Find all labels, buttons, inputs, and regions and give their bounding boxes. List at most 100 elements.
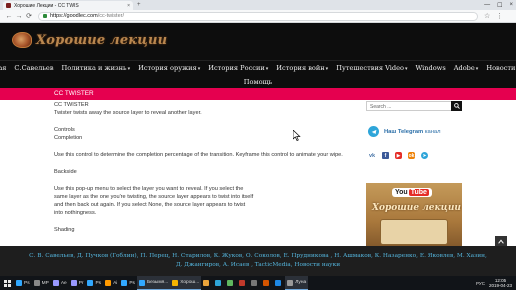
close-window-button[interactable]: × xyxy=(509,2,513,8)
scroll-to-top-button[interactable] xyxy=(495,236,507,246)
telegram-social-icon[interactable]: ➤ xyxy=(421,152,428,159)
search-input[interactable]: Search ... xyxy=(366,101,462,111)
app-icon xyxy=(275,280,282,286)
nav-item-label: Новости науки xyxy=(486,64,516,72)
mouse-cursor-icon xyxy=(293,130,301,141)
tab-close-icon[interactable]: × xyxy=(127,3,130,9)
window-controls: — ☐ × xyxy=(484,0,513,10)
os-taskbar: Ps MP Ae Pr Ps Ai Ps Безымя... Хорош... Луна РУС … xyxy=(0,276,516,290)
footer-links-line-1[interactable]: С. В. Савельев, Д. Пучков (Гоблин), П. П… xyxy=(0,246,516,261)
logo-emblem-icon xyxy=(12,32,32,48)
nav-item-label: История оружия xyxy=(138,64,197,72)
youtube-icon[interactable]: ▶ xyxy=(395,152,402,159)
nav-item[interactable]: С.Савельев xyxy=(10,64,57,72)
nav-row-2: Помощь xyxy=(0,75,516,89)
taskbar-app[interactable]: Ps xyxy=(14,276,32,290)
bookmark-star-icon[interactable]: ☆ xyxy=(484,12,490,20)
nav-item[interactable]: История оружия▾ xyxy=(134,64,204,72)
nav-item[interactable]: Главная xyxy=(0,64,10,72)
search-placeholder: Search ... xyxy=(370,104,392,110)
nav-item[interactable]: Политика и жизнь▾ xyxy=(58,64,135,72)
youtube-banner[interactable]: You Tube Хорошие лекции xyxy=(366,183,462,253)
nav-item[interactable]: История войн▾ xyxy=(272,64,332,72)
browser-tab[interactable]: Хорошие Лекции - CC TWIS × xyxy=(3,1,133,10)
new-tab-button[interactable]: + xyxy=(137,2,141,8)
nav-item-label: Windows xyxy=(415,64,446,72)
taskbar-app[interactable]: Ps xyxy=(85,276,103,290)
taskbar-app[interactable] xyxy=(237,276,249,290)
taskbar-app[interactable] xyxy=(249,276,261,290)
odnoklassniki-icon[interactable]: ok xyxy=(408,152,415,159)
url-path: /cc-twister/ xyxy=(97,13,124,19)
telegram-label-suffix: канал xyxy=(423,128,441,135)
taskbar-app-label: Pr xyxy=(78,280,84,286)
telegram-link[interactable]: Наш Telegram канал xyxy=(368,126,441,137)
app-icon xyxy=(87,280,94,286)
taskbar-app[interactable]: Ps xyxy=(119,276,137,290)
reload-icon[interactable]: ⟳ xyxy=(24,12,34,20)
chevron-down-icon: ▾ xyxy=(197,66,201,72)
taskbar-app[interactable]: MP xyxy=(32,276,51,290)
browser-menu-icon[interactable]: ⋮ xyxy=(496,12,503,20)
app-icon xyxy=(239,280,246,286)
app-icon xyxy=(251,280,258,286)
shading-heading: Shading xyxy=(54,227,75,233)
url-input[interactable]: https://goodlec.com /cc-twister/ xyxy=(38,11,478,21)
taskbar-app-label: Ae xyxy=(60,280,67,286)
back-icon[interactable]: ← xyxy=(4,13,14,20)
site-logo[interactable]: Хорошие лекции xyxy=(12,32,167,48)
nav-item[interactable]: Windows xyxy=(411,64,449,72)
app-icon xyxy=(138,279,145,286)
clock-date: 2019-04-23 xyxy=(488,283,512,288)
taskbar-app-label: Луна xyxy=(295,280,307,285)
maximize-button[interactable]: ☐ xyxy=(497,2,502,9)
nav-item[interactable]: Путешествия Video▾ xyxy=(332,64,411,72)
nav-item-label: С.Савельев xyxy=(14,64,54,72)
chevron-down-icon: ▾ xyxy=(265,66,269,72)
chevron-up-icon xyxy=(498,239,504,244)
input-language[interactable]: РУС xyxy=(476,281,485,286)
backside-heading: Backside xyxy=(54,169,77,175)
taskbar-app-label: Хорош... xyxy=(180,280,200,285)
taskbar-app[interactable] xyxy=(273,276,285,290)
completion-text: Use this control to determine the comple… xyxy=(54,152,343,158)
taskbar-app[interactable] xyxy=(213,276,225,290)
footer-links-line-2[interactable]: Д. Джангиров, А. Исаев , TacticMedia, Но… xyxy=(0,261,516,270)
social-links: vk f ▶ ok ➤ xyxy=(368,152,428,159)
nav-item[interactable]: Новости науки xyxy=(482,64,516,72)
nav-item-label: История России xyxy=(208,64,265,72)
youtube-logo: You Tube xyxy=(392,188,432,197)
taskbar-app[interactable]: Луна xyxy=(285,276,309,290)
app-icon xyxy=(172,279,179,286)
nav-item[interactable]: Помощь xyxy=(240,78,277,86)
chevron-down-icon: ▾ xyxy=(404,66,408,72)
main-navigation: ГлавнаяС.СавельевПолитика и жизнь▾Истори… xyxy=(0,60,516,88)
minimize-button[interactable]: — xyxy=(484,2,490,8)
taskbar-apps: Ps MP Ae Pr Ps Ai Ps Безымя... Хорош... Луна xyxy=(14,276,309,290)
app-icon xyxy=(70,280,77,286)
taskbar-app[interactable] xyxy=(225,276,237,290)
taskbar-app[interactable]: Ae xyxy=(51,276,69,290)
nav-item[interactable]: История России▾ xyxy=(204,64,272,72)
tab-title: Хорошие Лекции - CC TWIS xyxy=(14,2,79,9)
nav-item-label: Помощь xyxy=(243,78,273,86)
system-clock[interactable]: 12:05 2019-04-23 xyxy=(489,278,512,288)
facebook-icon[interactable]: f xyxy=(382,152,389,159)
taskbar-app[interactable] xyxy=(261,276,273,290)
search-button[interactable] xyxy=(451,101,462,111)
nav-item[interactable]: Adobe▾ xyxy=(450,64,483,72)
taskbar-app[interactable]: Безымя... xyxy=(136,276,171,290)
taskbar-app[interactable]: Pr xyxy=(69,276,86,290)
vk-icon[interactable]: vk xyxy=(368,152,376,159)
taskbar-app[interactable]: Хорош... xyxy=(170,276,202,290)
nav-item-label: История войн xyxy=(276,64,325,72)
taskbar-app[interactable]: Ai xyxy=(103,276,119,290)
backside-text-line: Use this pop-up menu to select the layer… xyxy=(54,186,244,192)
forward-icon[interactable]: → xyxy=(14,13,24,20)
app-icon xyxy=(105,280,112,286)
banner-scroll-image xyxy=(380,219,448,245)
taskbar-app-label: Безымя... xyxy=(146,280,169,285)
taskbar-app[interactable] xyxy=(201,276,213,290)
start-button[interactable] xyxy=(0,276,14,290)
nav-item-label: Путешествия Video xyxy=(336,64,404,72)
